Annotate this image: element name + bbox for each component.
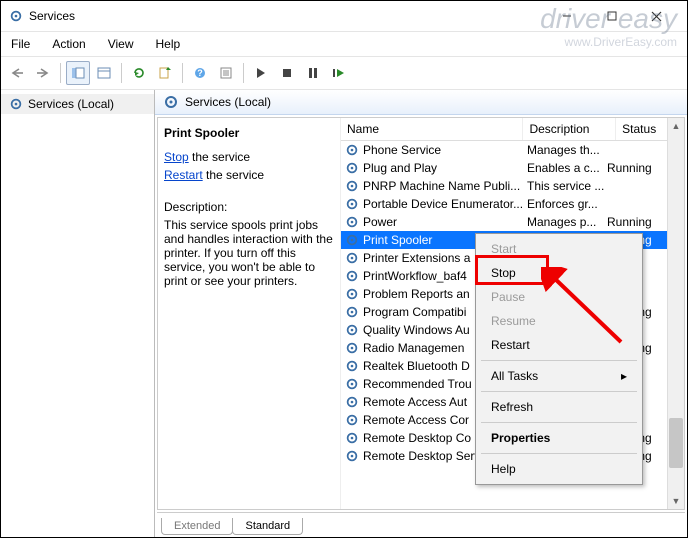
chevron-right-icon: ▸	[621, 369, 627, 383]
restart-link-line: Restart the service	[164, 168, 334, 182]
window-title: Services	[29, 9, 75, 23]
titlebar: Services	[1, 1, 687, 32]
gear-icon	[345, 287, 359, 301]
properties-button[interactable]	[214, 61, 238, 85]
service-row[interactable]: Portable Device Enumerator...Enforces gr…	[341, 195, 684, 213]
view-tabs: Extended Standard	[157, 512, 685, 535]
refresh-button[interactable]	[127, 61, 151, 85]
maximize-button[interactable]	[589, 1, 634, 31]
scroll-thumb[interactable]	[669, 418, 683, 468]
col-name[interactable]: Name	[341, 118, 523, 140]
service-name: Portable Device Enumerator...	[363, 197, 527, 211]
gear-icon	[345, 377, 359, 391]
gear-icon	[9, 9, 23, 23]
service-status: Running	[607, 161, 662, 175]
svg-text:?: ?	[197, 68, 203, 78]
pause-service-button[interactable]	[301, 61, 325, 85]
gear-icon	[345, 323, 359, 337]
menu-action[interactable]: Action	[48, 35, 89, 53]
nav-back-button[interactable]	[5, 61, 29, 85]
ctx-stop[interactable]: Stop	[479, 261, 639, 285]
menubar: File Action View Help	[1, 32, 687, 56]
help-button[interactable]: ?	[188, 61, 212, 85]
gear-icon	[345, 197, 359, 211]
gear-icon	[163, 94, 179, 110]
gear-icon	[345, 269, 359, 283]
stop-service-link[interactable]: Stop	[164, 150, 189, 164]
ctx-start: Start	[479, 237, 639, 261]
export-button[interactable]	[153, 61, 177, 85]
export-list-button[interactable]	[92, 61, 116, 85]
column-headers: Name Description Status	[341, 118, 684, 141]
gear-icon	[345, 251, 359, 265]
tab-extended[interactable]: Extended	[161, 518, 233, 535]
gear-icon	[345, 233, 359, 247]
ctx-restart[interactable]: Restart	[479, 333, 639, 357]
start-service-button[interactable]	[249, 61, 273, 85]
service-name: PNRP Machine Name Publi...	[363, 179, 527, 193]
gear-icon	[345, 359, 359, 373]
ctx-refresh[interactable]: Refresh	[479, 395, 639, 419]
gear-icon	[345, 143, 359, 157]
close-button[interactable]	[634, 1, 679, 31]
toolbar: ?	[1, 56, 687, 90]
tree-item-services-local[interactable]: Services (Local)	[1, 94, 154, 114]
services-window: Services File Action View Help ? Se	[0, 0, 688, 538]
service-desc: This service ...	[527, 179, 607, 193]
restart-service-link[interactable]: Restart	[164, 168, 203, 182]
right-heading: Services (Local)	[155, 90, 687, 115]
gear-icon	[345, 215, 359, 229]
minimize-button[interactable]	[544, 1, 589, 31]
service-row[interactable]: Plug and PlayEnables a c...Running	[341, 159, 684, 177]
gear-icon	[345, 395, 359, 409]
right-heading-label: Services (Local)	[185, 95, 271, 109]
gear-icon	[345, 431, 359, 445]
show-hide-tree-button[interactable]	[66, 61, 90, 85]
gear-icon	[345, 413, 359, 427]
service-desc: Enforces gr...	[527, 197, 607, 211]
gear-icon	[345, 449, 359, 463]
gear-icon	[9, 97, 23, 111]
service-name: Plug and Play	[363, 161, 527, 175]
tree-pane: Services (Local)	[1, 90, 155, 537]
service-name: Phone Service	[363, 143, 527, 157]
col-description[interactable]: Description	[523, 118, 616, 140]
gear-icon	[345, 161, 359, 175]
context-menu: Start Stop Pause Resume Restart All Task…	[475, 233, 643, 485]
stop-link-line: Stop the service	[164, 150, 334, 164]
service-name: Power	[363, 215, 527, 229]
ctx-all-tasks[interactable]: All Tasks▸	[479, 364, 639, 388]
service-desc: Enables a c...	[527, 161, 607, 175]
nav-forward-button[interactable]	[31, 61, 55, 85]
restart-service-button[interactable]	[327, 61, 351, 85]
menu-file[interactable]: File	[7, 35, 34, 53]
description-label: Description:	[164, 200, 334, 214]
menu-view[interactable]: View	[104, 35, 138, 53]
service-row[interactable]: PNRP Machine Name Publi...This service .…	[341, 177, 684, 195]
scrollbar[interactable]: ▲ ▼	[667, 118, 684, 509]
ctx-properties[interactable]: Properties	[479, 426, 639, 450]
scroll-up-icon[interactable]: ▲	[668, 118, 684, 134]
ctx-pause: Pause	[479, 285, 639, 309]
description-text: This service spools print jobs and handl…	[164, 218, 334, 288]
ctx-help[interactable]: Help	[479, 457, 639, 481]
ctx-resume: Resume	[479, 309, 639, 333]
gear-icon	[345, 341, 359, 355]
gear-icon	[345, 305, 359, 319]
detail-pane: Print Spooler Stop the service Restart t…	[158, 118, 340, 509]
tab-standard[interactable]: Standard	[232, 518, 303, 535]
tree-item-label: Services (Local)	[28, 97, 114, 111]
service-row[interactable]: PowerManages p...Running	[341, 213, 684, 231]
service-status: Running	[607, 215, 662, 229]
service-desc: Manages th...	[527, 143, 607, 157]
service-row[interactable]: Phone ServiceManages th...	[341, 141, 684, 159]
menu-help[interactable]: Help	[152, 35, 185, 53]
selected-service-name: Print Spooler	[164, 126, 334, 140]
scroll-down-icon[interactable]: ▼	[668, 493, 684, 509]
gear-icon	[345, 179, 359, 193]
service-desc: Manages p...	[527, 215, 607, 229]
stop-service-button[interactable]	[275, 61, 299, 85]
